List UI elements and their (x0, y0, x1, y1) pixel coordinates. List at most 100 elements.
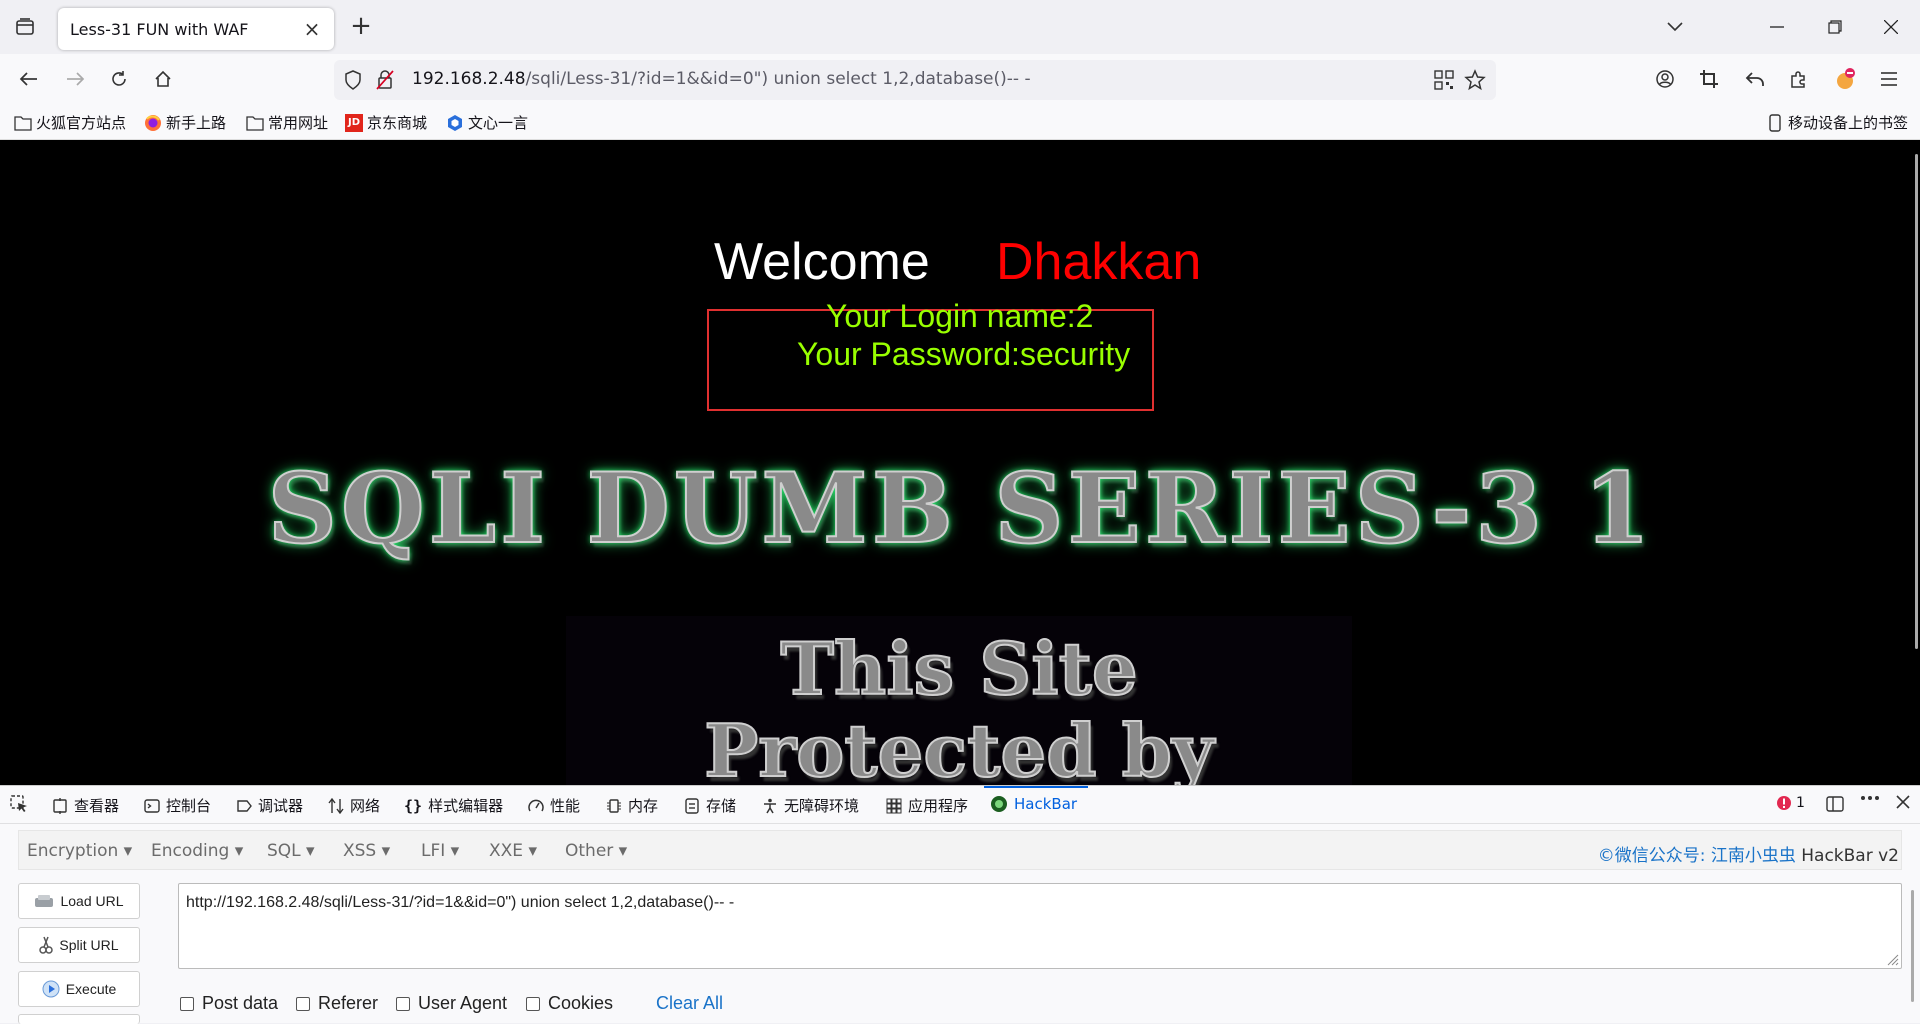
bookmark-item[interactable]: JD 京东商城 (345, 112, 427, 133)
checkbox-box[interactable] (180, 996, 194, 1011)
checkbox-label: Post data (202, 993, 279, 1013)
menu-label: Encoding (151, 841, 230, 861)
insecure-lock-icon[interactable] (376, 70, 394, 94)
tab-performance[interactable]: 性能 (528, 795, 580, 816)
menu-lfi[interactable]: LFI ▾ (421, 841, 459, 861)
hackbar-url-input[interactable]: http://192.168.2.48/sqli/Less-31/?id=1&&… (178, 883, 1902, 969)
tab-debugger[interactable]: 调试器 (236, 795, 303, 816)
error-icon (1777, 796, 1791, 810)
load-url-button[interactable]: Load URL (18, 883, 140, 919)
menu-xss[interactable]: XSS ▾ (343, 841, 390, 861)
bookmarks-toolbar: 火狐官方站点 新手上路 常用网址 JD 京东商城 文心一言 移动设备上的书签 (0, 104, 1920, 140)
close-devtools-icon[interactable] (1896, 795, 1910, 809)
series-banner-text: SQLI DUMB SERIES-3 1 (267, 451, 1655, 566)
menu-xxe[interactable]: XXE ▾ (489, 841, 537, 861)
tab-label: 控制台 (166, 797, 212, 815)
restore-icon[interactable] (1820, 12, 1850, 42)
tab-network[interactable]: 网络 (328, 795, 380, 816)
tab-label: 存储 (706, 797, 737, 815)
account-icon[interactable] (1650, 64, 1680, 94)
bookmark-item[interactable]: 火狐官方站点 (14, 112, 126, 133)
tab-style-editor[interactable]: {} 样式编辑器 (404, 795, 503, 816)
navigation-bar: 192.168.2.48/sqli/Less-31/?id=1&&id=0") … (0, 54, 1920, 104)
url-input-value: http://192.168.2.48/sqli/Less-31/?id=1&&… (186, 894, 735, 911)
undo-icon[interactable] (1740, 64, 1770, 94)
menu-encoding[interactable]: Encoding ▾ (151, 841, 243, 861)
hackbar-brand: ©微信公众号: 江南小虫虫 HackBar v2 (1598, 841, 1899, 866)
menu-encryption[interactable]: Encryption ▾ (27, 841, 132, 861)
cookies-checkbox[interactable]: Cookies (526, 993, 613, 1014)
menu-label: XXE (489, 841, 524, 861)
extension-badge-icon[interactable] (1830, 64, 1860, 94)
menu-icon[interactable] (1874, 64, 1904, 94)
menu-label: SQL (267, 841, 301, 861)
more-options-icon[interactable] (1860, 795, 1880, 801)
login-name-text: Your Login name:2 (826, 298, 1094, 334)
bookmark-star-icon[interactable] (1464, 69, 1486, 95)
hackbar-icon (991, 796, 1007, 812)
referer-checkbox[interactable]: Referer (296, 993, 378, 1014)
bookmark-item[interactable]: 新手上路 (144, 112, 226, 133)
menu-label: XSS (343, 841, 377, 861)
tab-console[interactable]: 控制台 (144, 795, 211, 816)
tab-close-icon[interactable]: × (302, 17, 322, 41)
execute-icon (42, 980, 60, 998)
checkbox-label: Cookies (548, 993, 614, 1013)
memory-icon (607, 798, 621, 813)
tab-accessibility[interactable]: 无障碍环境 (762, 795, 859, 816)
tab-list-icon[interactable] (12, 14, 38, 40)
close-window-icon[interactable] (1876, 12, 1906, 42)
element-picker-icon[interactable] (10, 795, 28, 813)
list-all-tabs-icon[interactable] (1660, 12, 1690, 42)
bookmark-item[interactable]: 文心一言 (446, 112, 528, 133)
console-icon (144, 798, 160, 813)
checkbox-box[interactable] (296, 996, 310, 1011)
qr-code-icon[interactable] (1434, 70, 1454, 94)
crop-icon[interactable] (1694, 64, 1724, 94)
url-path: /sqli/Less-31/?id=1&&id=0") union select… (525, 69, 1031, 89)
tab-storage[interactable]: 存储 (684, 795, 736, 816)
bookmark-label: 常用网址 (268, 114, 329, 132)
inspector-icon (53, 797, 67, 814)
bookmark-item[interactable]: 常用网址 (246, 112, 328, 133)
tab-label: 网络 (350, 797, 381, 815)
clear-all-link[interactable]: Clear All (656, 993, 723, 1014)
execute-button[interactable]: Execute (18, 971, 140, 1007)
checkbox-box[interactable] (396, 996, 410, 1011)
application-icon (886, 798, 902, 813)
tab-label: 查看器 (74, 797, 120, 815)
devtools-scrollbar[interactable] (1911, 890, 1914, 1002)
extensions-icon[interactable] (1784, 64, 1814, 94)
reload-icon[interactable] (104, 64, 134, 94)
mobile-device-icon (1766, 113, 1784, 132)
new-tab-icon[interactable]: + (348, 13, 374, 40)
brand-link[interactable]: ©微信公众号: 江南小虫虫 (1598, 846, 1796, 866)
browser-tab[interactable]: Less-31 FUN with WAF × (58, 8, 334, 50)
resize-grip-icon[interactable] (1885, 952, 1899, 966)
user-agent-checkbox[interactable]: User Agent (396, 993, 507, 1014)
tab-label: 样式编辑器 (428, 797, 504, 815)
checkbox-box[interactable] (526, 996, 540, 1011)
url-bar[interactable]: 192.168.2.48/sqli/Less-31/?id=1&&id=0") … (334, 60, 1496, 100)
post-data-checkbox[interactable]: Post data (180, 993, 278, 1014)
home-icon[interactable] (148, 64, 178, 94)
menu-sql[interactable]: SQL ▾ (267, 841, 315, 861)
minimize-icon[interactable] (1762, 12, 1792, 42)
back-icon[interactable] (14, 64, 44, 94)
menu-other[interactable]: Other ▾ (565, 841, 627, 861)
error-count[interactable]: 1 (1776, 795, 1805, 811)
mobile-bookmarks[interactable]: 移动设备上的书签 (1766, 112, 1908, 133)
tab-memory[interactable]: 内存 (606, 795, 658, 816)
page-scrollbar[interactable] (1915, 154, 1918, 649)
shield-icon[interactable] (344, 70, 362, 94)
brand-version: HackBar v2 (1801, 846, 1899, 866)
forward-icon[interactable] (60, 64, 90, 94)
bookmark-label: 新手上路 (166, 114, 227, 132)
tab-application[interactable]: 应用程序 (886, 795, 968, 816)
network-icon (328, 797, 344, 814)
dock-toggle-icon[interactable] (1826, 795, 1844, 813)
split-url-button[interactable]: Split URL (18, 927, 140, 963)
tab-hackbar[interactable]: HackBar (990, 795, 1077, 813)
url-text[interactable]: 192.168.2.48/sqli/Less-31/?id=1&&id=0") … (412, 69, 1031, 89)
tab-inspector[interactable]: 查看器 (52, 795, 119, 816)
